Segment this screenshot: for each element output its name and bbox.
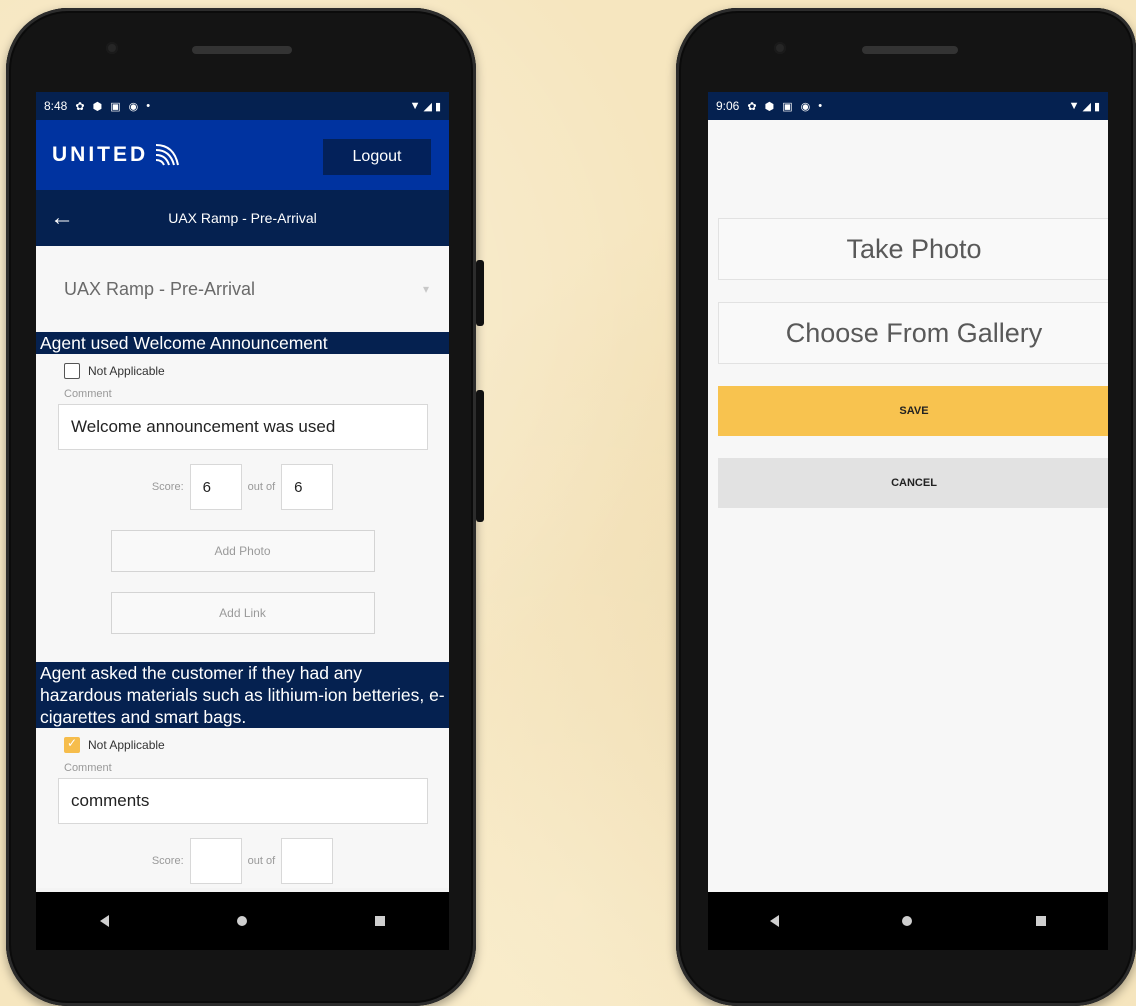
battery-icon: ▮ <box>1093 100 1100 113</box>
add-link-button[interactable]: Add Link <box>110 592 375 634</box>
dot-icon: • <box>818 100 823 112</box>
speaker-grille <box>192 46 292 54</box>
nav-back-icon[interactable] <box>769 915 779 927</box>
at-icon: ◉ <box>800 100 811 113</box>
score-label: Score: <box>151 855 184 867</box>
question-body: Not Applicable Comment Welcome announcem… <box>36 354 449 662</box>
max-score-input[interactable] <box>281 838 334 884</box>
system-icons: ▼ ◢ ▮ <box>1069 100 1100 113</box>
score-row: Score: 6 out of 6 <box>36 464 449 510</box>
dot-icon: • <box>146 100 151 112</box>
not-applicable-checkbox[interactable] <box>64 363 80 379</box>
not-applicable-label: Not Applicable <box>88 364 165 378</box>
comment-label: Comment <box>64 762 112 774</box>
comment-label: Comment <box>64 388 112 400</box>
nav-recents-icon[interactable] <box>375 916 385 926</box>
question-body: Not Applicable Comment comments Score: o… <box>36 728 449 888</box>
form-content: UAX Ramp - Pre-Arrival ▾ Agent used Welc… <box>36 246 449 888</box>
photo-options-content: Take Photo Choose From Gallery SAVE CANC… <box>708 120 1108 892</box>
nav-back-icon[interactable] <box>100 915 109 927</box>
save-button[interactable]: SAVE <box>718 386 1108 436</box>
out-of-label: out of <box>247 481 276 493</box>
speaker-grille <box>862 46 958 54</box>
page-title: UAX Ramp - Pre-Arrival <box>168 210 317 226</box>
out-of-label: out of <box>247 855 276 867</box>
sub-header: ← UAX Ramp - Pre-Arrival <box>36 190 449 246</box>
logout-button[interactable]: Logout <box>323 139 431 175</box>
battery-icon: ▮ <box>434 100 441 113</box>
wifi-icon: ▼ <box>409 100 421 112</box>
question-heading: Agent used Welcome Announcement <box>36 332 449 354</box>
not-applicable-row[interactable]: Not Applicable <box>36 728 449 762</box>
score-row: Score: out of <box>36 838 449 884</box>
chevron-down-icon: ▾ <box>422 282 429 296</box>
logo-text: UNITED <box>52 143 149 166</box>
globe-icon <box>154 143 181 167</box>
choose-from-gallery-button[interactable]: Choose From Gallery <box>718 302 1108 364</box>
wifi-icon: ▼ <box>1068 100 1080 112</box>
checklist-select-value: UAX Ramp - Pre-Arrival <box>64 278 256 299</box>
comment-field[interactable]: Welcome announcement was used <box>58 404 428 450</box>
not-applicable-checkbox[interactable] <box>64 736 80 753</box>
front-camera <box>774 42 786 54</box>
comment-field[interactable]: comments <box>58 778 428 824</box>
right-screen: 9:06 ✿ ⬢ ▣ ◉ • ▼ ◢ ▮ Take Photo Choose F… <box>708 92 1108 892</box>
system-icons: ▼ ◢ ▮ <box>410 100 441 113</box>
shield-icon: ⬢ <box>764 100 775 113</box>
sim-icon: ▣ <box>110 100 121 113</box>
add-photo-button[interactable]: Add Photo <box>110 530 375 572</box>
united-logo: UNITED <box>52 143 181 167</box>
checklist-select[interactable]: UAX Ramp - Pre-Arrival ▾ <box>36 246 449 332</box>
nav-recents-icon[interactable] <box>1036 916 1047 926</box>
not-applicable-row[interactable]: Not Applicable <box>36 354 449 388</box>
android-nav-bar <box>708 892 1108 950</box>
cancel-button[interactable]: CANCEL <box>718 458 1108 508</box>
at-icon: ◉ <box>128 100 139 113</box>
score-label: Score: <box>151 481 184 493</box>
signal-icon: ◢ <box>1082 100 1091 113</box>
status-time: 9:06 <box>716 99 740 113</box>
status-bar: 8:48 ✿ ⬢ ▣ ◉ • ▼ ◢ ▮ <box>36 92 449 120</box>
back-arrow-icon[interactable]: ← <box>50 204 74 232</box>
max-score-input[interactable]: 6 <box>281 464 334 510</box>
status-bar: 9:06 ✿ ⬢ ▣ ◉ • ▼ ◢ ▮ <box>708 92 1108 120</box>
score-input[interactable]: 6 <box>189 464 242 510</box>
nav-home-icon[interactable] <box>237 916 247 926</box>
score-input[interactable] <box>189 838 242 884</box>
notification-icons: ✿ ⬢ ▣ ◉ • <box>75 100 150 113</box>
left-screen: 8:48 ✿ ⬢ ▣ ◉ • ▼ ◢ ▮ UNITED Logout ← UAX… <box>36 92 449 892</box>
right-phone: 9:06 ✿ ⬢ ▣ ◉ • ▼ ◢ ▮ Take Photo Choose F… <box>676 8 1136 1006</box>
take-photo-button[interactable]: Take Photo <box>718 218 1108 280</box>
front-camera <box>106 42 118 54</box>
signal-icon: ◢ <box>423 100 432 113</box>
shield-icon: ⬢ <box>92 100 103 113</box>
volume-button[interactable] <box>476 390 484 522</box>
notification-icons: ✿ ⬢ ▣ ◉ • <box>747 100 822 113</box>
power-button[interactable] <box>476 260 484 326</box>
left-phone: 8:48 ✿ ⬢ ▣ ◉ • ▼ ◢ ▮ UNITED Logout ← UAX… <box>6 8 484 1006</box>
question-heading: Agent asked the customer if they had any… <box>36 662 449 728</box>
not-applicable-label: Not Applicable <box>88 738 165 752</box>
app-header: UNITED Logout <box>36 120 449 190</box>
sim-icon: ▣ <box>782 100 793 113</box>
nav-home-icon[interactable] <box>902 916 913 926</box>
status-time: 8:48 <box>44 99 68 113</box>
gear-icon: ✿ <box>75 100 85 113</box>
gear-icon: ✿ <box>747 100 757 113</box>
android-nav-bar <box>36 892 449 950</box>
